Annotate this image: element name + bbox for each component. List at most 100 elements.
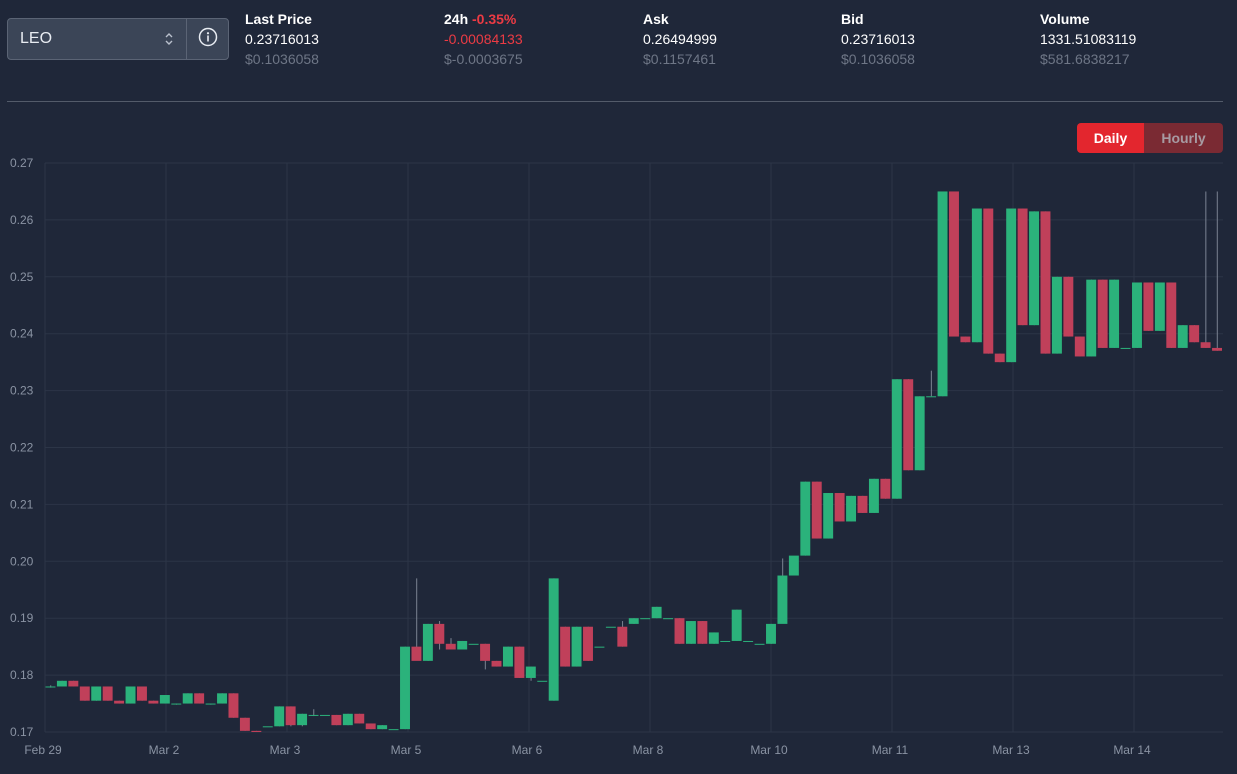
candle-body [45, 686, 56, 688]
candle-body [159, 695, 170, 704]
price-chart[interactable]: 0.17 0.18 0.19 0.20 0.21 0.22 0.23 0.24 0.25 0.26… [0, 150, 1237, 774]
candle-body [1109, 279, 1120, 348]
candle-body [949, 191, 959, 337]
candle-body [411, 646, 422, 661]
candle-body [114, 700, 125, 704]
candle-body [377, 725, 388, 730]
stat-value: 0.23716013 [245, 31, 319, 47]
candle-body [697, 621, 708, 644]
candle-body [228, 693, 239, 718]
stat-value: 0.26494999 [643, 31, 717, 47]
candle-body [960, 336, 971, 343]
candle-body [777, 575, 788, 624]
y-tick-label: 0.24 [10, 327, 34, 341]
candle-body [491, 660, 502, 667]
candle-body [800, 481, 811, 556]
candle-body [319, 714, 330, 716]
candle-body [1143, 282, 1154, 331]
info-button[interactable] [187, 19, 228, 59]
candle-body [1017, 208, 1028, 326]
candle-body [720, 640, 731, 642]
stat-usd: $-0.0003675 [444, 51, 523, 67]
candle-body [422, 623, 433, 661]
x-tick-label: Feb 29 [24, 743, 62, 757]
token-dropdown[interactable]: LEO [8, 19, 187, 59]
stat-value: 0.23716013 [841, 31, 915, 47]
stat-label: Bid [841, 11, 864, 27]
x-tick-label: Mar 5 [391, 743, 422, 757]
info-icon [198, 27, 218, 52]
candle-body [1063, 276, 1074, 337]
candle-body [79, 686, 90, 701]
candle-body [846, 495, 857, 522]
candle-body [68, 680, 79, 687]
x-tick-label: Mar 2 [149, 743, 180, 757]
candle-body [502, 646, 513, 667]
candle-body [1166, 282, 1177, 348]
candle-body [342, 713, 353, 726]
stat-label: 24h -0.35% [444, 10, 624, 28]
candle-body [594, 646, 605, 648]
stat-usd: $0.1157461 [643, 51, 716, 67]
candle-body [217, 693, 227, 704]
candle-body [971, 208, 982, 343]
candle-body [525, 666, 536, 678]
stat-label: Last Price [245, 11, 312, 27]
candle-body [102, 686, 113, 701]
daily-button[interactable]: Daily [1077, 123, 1144, 153]
y-tick-label: 0.17 [10, 725, 34, 739]
candle-body [560, 626, 571, 667]
candle-body [937, 191, 948, 397]
y-tick-label: 0.23 [10, 384, 34, 398]
candle-body [1029, 211, 1040, 326]
stat-bid: Bid 0.23716013 $0.1036058 [841, 10, 1021, 69]
candle-body [788, 555, 799, 576]
candle-body [445, 643, 456, 650]
candle-body [857, 495, 868, 513]
candle-body [171, 703, 182, 705]
candle-body [548, 578, 559, 701]
stat-24h: 24h -0.35% -0.00084133 $-0.0003675 [444, 10, 624, 69]
stat-value: 1331.51083119 [1040, 31, 1137, 47]
candle-body [868, 478, 879, 513]
candle-body [480, 643, 491, 661]
candle-body [1189, 325, 1200, 343]
candle-body [400, 646, 410, 730]
candle-body [297, 713, 308, 726]
stat-24h-label: 24h [444, 11, 469, 27]
candle-body [651, 606, 662, 619]
candle-body [1177, 325, 1188, 348]
candle-body [891, 379, 902, 499]
candle-body [434, 623, 445, 644]
candle-body [251, 730, 262, 732]
candle-body [571, 626, 582, 667]
x-tick-label: Mar 13 [992, 743, 1030, 757]
candle-body [605, 626, 616, 628]
x-tick-label: Mar 11 [872, 743, 909, 757]
candle-body [640, 618, 651, 620]
token-select[interactable]: LEO [7, 18, 229, 60]
stat-usd: $0.1036058 [841, 51, 915, 67]
y-tick-label: 0.20 [10, 554, 34, 568]
token-select-value: LEO [20, 30, 53, 47]
candle-body [926, 396, 937, 398]
candle-body [743, 640, 754, 642]
candle-body [468, 643, 479, 645]
x-tick-label: Mar 3 [270, 743, 301, 757]
candle-body [1154, 282, 1165, 331]
candle-body [674, 618, 685, 644]
candle-body [583, 626, 593, 661]
x-tick-label: Mar 14 [1113, 743, 1151, 757]
candle-body [903, 379, 914, 471]
candle-body [766, 623, 776, 644]
stat-last-price: Last Price 0.23716013 $0.1036058 [245, 10, 425, 69]
candle-body [1200, 342, 1211, 348]
candle-body [136, 686, 147, 701]
candle-body [617, 626, 628, 647]
hourly-button[interactable]: Hourly [1144, 123, 1223, 153]
candle-body [537, 680, 548, 682]
candle-body [388, 729, 399, 731]
candle-body [1006, 208, 1017, 363]
candle-body [663, 618, 674, 620]
candle-body [285, 706, 296, 726]
